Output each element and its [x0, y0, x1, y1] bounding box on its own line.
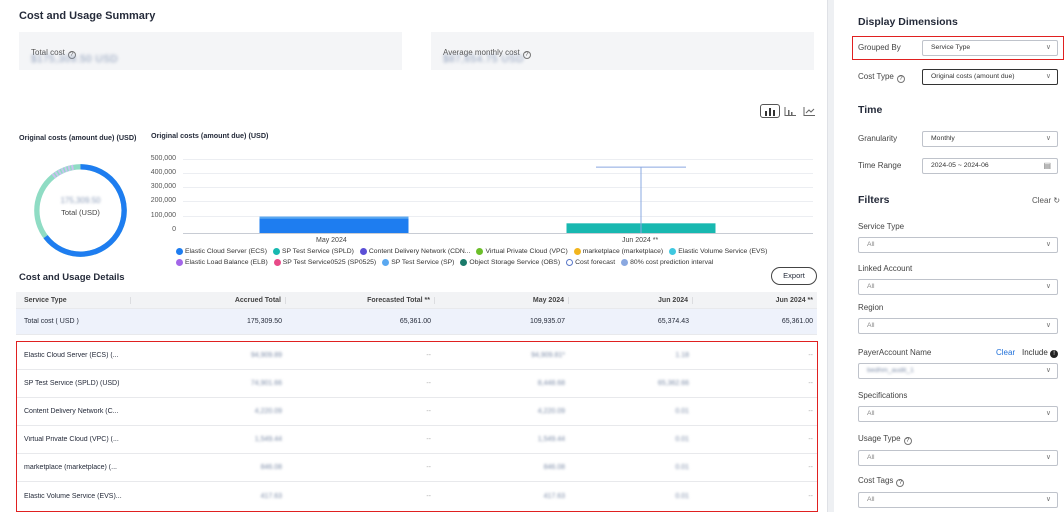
region-label: Region — [858, 303, 884, 312]
chevron-down-icon: ∨ — [1045, 367, 1051, 374]
column-header[interactable]: Service Type — [16, 296, 131, 304]
time-title: Time — [858, 104, 883, 116]
help-icon[interactable]: ? — [896, 479, 905, 487]
help-icon[interactable]: ? — [896, 75, 905, 83]
filter-panel: Display Dimensions Grouped By Service Ty… — [834, 0, 1064, 512]
granularity-select[interactable]: Monthly ∨ — [922, 131, 1058, 147]
table-row[interactable]: Elastic Volume Service (EVS)... 417.63 -… — [16, 482, 817, 510]
payer-account-label: PayerAccount Name — [858, 348, 932, 357]
help-icon[interactable]: ? — [903, 437, 912, 445]
total-cost-value: $175,309.50 USD — [31, 54, 119, 65]
refresh-icon: ↻ — [1053, 196, 1061, 205]
chevron-down-icon: ∨ — [1045, 410, 1051, 417]
bar-chart-view-icon[interactable] — [760, 104, 780, 118]
y-tick-label: 500,000 — [150, 155, 176, 162]
payer-account-select[interactable]: bedhm_audit_1 ∨ — [858, 363, 1058, 379]
legend-item[interactable]: Elastic Volume Service (EVS) — [669, 248, 767, 255]
x-tick-label: Jun 2024 ** — [622, 237, 659, 244]
details-title: Cost and Usage Details — [19, 272, 125, 283]
cost-tags-label: Cost Tags — [858, 476, 894, 485]
y-tick-label: 400,000 — [150, 169, 176, 176]
chart-title: Original costs (amount due) (USD) — [151, 131, 269, 140]
avg-cost-card: Average monthly cost? $87,654.75 USD — [431, 32, 814, 70]
legend-item[interactable]: SP Test Service (SPLD) — [272, 248, 354, 255]
legend-item[interactable]: SP Test Service0525 (SP0525) — [273, 259, 376, 266]
specifications-label: Specifications — [858, 391, 908, 400]
table-row[interactable]: marketplace (marketplace) (... 846.08 --… — [16, 454, 817, 482]
service-type-select[interactable]: All ∨ — [858, 237, 1058, 253]
chevron-down-icon: ∨ — [1045, 73, 1051, 80]
donut-center-value: 175,309.50 — [60, 196, 101, 205]
grouped-by-select[interactable]: Service Type ∨ — [922, 40, 1058, 56]
export-button[interactable]: Export — [771, 267, 817, 285]
display-dimensions-title: Display Dimensions — [858, 16, 958, 28]
clear-filters-button[interactable]: Clear ↻ — [1032, 196, 1060, 205]
linked-account-label: Linked Account — [858, 264, 913, 273]
column-header[interactable]: May 2024 — [435, 296, 569, 304]
donut-center-label: Total (USD) — [61, 208, 100, 217]
y-tick-label: 0 — [172, 226, 176, 233]
column-header[interactable]: Jun 2024 — [569, 296, 693, 304]
time-range-picker[interactable]: 2024-05 ~ 2024-06 ▤ — [922, 158, 1058, 174]
y-tick-label: 300,000 — [150, 183, 176, 190]
help-icon[interactable]: ? — [522, 51, 531, 59]
column-header[interactable]: Accrued Total — [131, 296, 286, 304]
chart-legend-row2: Elastic Load Balance (ELB) SP Test Servi… — [176, 259, 713, 266]
y-tick-label: 100,000 — [150, 212, 176, 219]
table-header: Service Type Accrued Total Forecasted To… — [16, 292, 817, 309]
chart-legend-row1: Elastic Cloud Server (ECS) SP Test Servi… — [176, 248, 767, 255]
payer-clear-link[interactable]: Clear — [996, 348, 1015, 357]
region-select[interactable]: All ∨ — [858, 318, 1058, 334]
table-row[interactable]: Content Delivery Network (C... 4,220.09 … — [16, 398, 817, 426]
granularity-label: Granularity — [858, 134, 898, 143]
legend-item[interactable]: SP Test Service (SP) — [382, 259, 454, 266]
calendar-icon[interactable]: ▤ — [1043, 159, 1051, 173]
chevron-down-icon: ∨ — [1045, 241, 1051, 248]
legend-item[interactable]: Cost forecast — [566, 259, 615, 266]
bar-may-2024[interactable] — [259, 216, 409, 233]
legend-item[interactable]: Elastic Load Balance (ELB) — [176, 259, 268, 266]
usage-type-label: Usage Type — [858, 434, 901, 443]
usage-type-select[interactable]: All ∨ — [858, 450, 1058, 466]
info-icon: ! — [1050, 350, 1059, 358]
cost-type-label: Cost Type — [858, 72, 894, 81]
legend-item[interactable]: Virtual Private Cloud (VPC) — [476, 248, 568, 255]
main-panel: Cost and Usage Summary Total cost? $175,… — [0, 0, 828, 512]
line-chart-view-icon[interactable] — [799, 104, 819, 118]
include-toggle[interactable]: Include ! — [1022, 348, 1059, 358]
table-row[interactable]: Elastic Cloud Server (ECS) (... 94,909.8… — [16, 342, 817, 370]
legend-item[interactable]: marketplace (marketplace) — [573, 248, 663, 255]
time-range-label: Time Range — [858, 161, 902, 170]
chevron-down-icon: ∨ — [1045, 135, 1051, 142]
specifications-select[interactable]: All ∨ — [858, 406, 1058, 422]
chevron-down-icon: ∨ — [1045, 44, 1051, 51]
x-tick-label: May 2024 — [316, 237, 347, 244]
filters-title: Filters — [858, 194, 890, 206]
legend-item[interactable]: Object Storage Service (OBS) — [460, 259, 560, 266]
chevron-down-icon: ∨ — [1045, 454, 1051, 461]
chevron-down-icon: ∨ — [1045, 322, 1051, 329]
column-header[interactable]: Forecasted Total ** — [286, 296, 435, 304]
total-row: Total cost ( USD ) 175,309.50 65,361.00 … — [16, 309, 817, 335]
bar-top-segment — [259, 216, 409, 219]
chevron-down-icon: ∨ — [1045, 283, 1051, 290]
summary-title: Cost and Usage Summary — [19, 10, 156, 22]
grouped-bar-view-icon[interactable] — [780, 104, 800, 118]
legend-item[interactable]: Content Delivery Network (CDN... — [359, 248, 470, 255]
donut-title: Original costs (amount due) (USD) — [19, 133, 137, 142]
column-header[interactable]: Jun 2024 ** — [693, 297, 817, 304]
cost-tags-select[interactable]: All ∨ — [858, 492, 1058, 508]
service-type-label: Service Type — [858, 222, 905, 231]
cost-type-select[interactable]: Original costs (amount due) ∨ — [922, 69, 1058, 85]
legend-item[interactable]: Elastic Cloud Server (ECS) — [176, 248, 267, 255]
grouped-by-label: Grouped By — [858, 43, 901, 52]
avg-cost-value: $87,654.75 USD — [443, 54, 524, 65]
linked-account-select[interactable]: All ∨ — [858, 279, 1058, 295]
y-tick-label: 200,000 — [150, 197, 176, 204]
chevron-down-icon: ∨ — [1045, 496, 1051, 503]
table-row[interactable]: Virtual Private Cloud (VPC) (... 1,549.4… — [16, 426, 817, 454]
table-row[interactable]: SP Test Service (SPLD) (USD) 74,901.66 -… — [16, 370, 817, 398]
cost-bar-chart — [259, 166, 716, 233]
legend-item[interactable]: 80% cost prediction interval — [621, 259, 713, 266]
